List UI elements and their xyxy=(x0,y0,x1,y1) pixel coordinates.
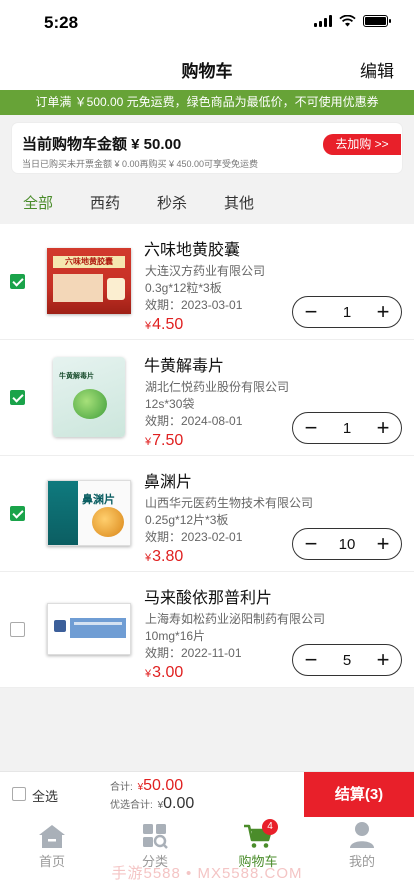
increase-button[interactable]: + xyxy=(375,301,391,323)
product-expiry: 效期：2022-11-01 xyxy=(145,646,242,660)
decrease-button[interactable]: − xyxy=(303,301,319,323)
cart-total-card: 当前购物车金额 ¥ 50.00 当日已购买未开票金额 ¥ 0.00再购买 ¥ 4… xyxy=(12,123,402,173)
package-label: 牛黄解毒片 xyxy=(59,373,94,380)
checkout-bar: 全选 合计: ¥50.00 优选合计: ¥0.00 结算(3) xyxy=(0,771,414,818)
product-name[interactable]: 鼻渊片 xyxy=(144,468,192,492)
product-expiry: 效期：2023-03-01 xyxy=(145,298,243,312)
discount-total-label: 优选合计: xyxy=(110,800,153,811)
product-spec: 10mg*16片 xyxy=(145,629,206,643)
decrease-button[interactable]: − xyxy=(303,649,319,671)
tab-bar: 首页 分类 购物车 4 我的 xyxy=(0,817,414,896)
cart-item: 马来酸依那普利片 上海寿如松药业泌阳制药有限公司 10mg*16片 效期：202… xyxy=(0,572,414,688)
signal-icon xyxy=(314,15,332,27)
decrease-button[interactable]: − xyxy=(303,417,319,439)
nav-bar: 购物车 编辑 xyxy=(0,46,414,90)
increase-button[interactable]: + xyxy=(375,533,391,555)
home-icon xyxy=(39,825,65,848)
product-price: ¥7.50 xyxy=(145,432,184,449)
cart-count-badge: 4 xyxy=(262,819,278,835)
product-manufacturer: 大连汉方药业有限公司 xyxy=(145,264,266,278)
filter-tab-western[interactable]: 西药 xyxy=(90,192,120,213)
quantity-value[interactable]: 5 xyxy=(343,652,351,669)
product-spec: 0.3g*12粒*3板 xyxy=(145,281,222,295)
product-manufacturer: 湖北仁悦药业股份有限公司 xyxy=(145,380,290,394)
discount-total-line: 优选合计: ¥0.00 xyxy=(110,795,195,812)
total-line: 合计: ¥50.00 xyxy=(110,777,184,794)
product-expiry: 效期：2024-08-01 xyxy=(145,414,243,428)
profile-icon xyxy=(350,822,374,848)
product-expiry: 效期：2023-02-01 xyxy=(145,530,243,544)
quantity-stepper: − 5 + xyxy=(292,644,402,676)
checkout-button[interactable]: 结算(3) xyxy=(304,772,414,818)
product-price: ¥3.80 xyxy=(145,548,184,565)
discount-total-value: 0.00 xyxy=(163,795,195,812)
cart-item-list: 六味地黄胶囊 六味地黄胶囊 大连汉方药业有限公司 0.3g*12粒*3板 效期：… xyxy=(0,224,414,688)
product-price: ¥4.50 xyxy=(145,316,184,333)
cart-item: 牛黄解毒片 牛黄解毒片 湖北仁悦药业股份有限公司 12s*30袋 效期：2024… xyxy=(0,340,414,456)
select-all-checkbox[interactable] xyxy=(12,787,26,801)
filter-tabs: 全部 西药 秒杀 其他 xyxy=(0,180,414,224)
decrease-button[interactable]: − xyxy=(303,533,319,555)
quantity-value[interactable]: 1 xyxy=(343,420,351,437)
item-checkbox[interactable] xyxy=(10,622,25,637)
cart-total-amount: 当前购物车金额 ¥ 50.00 xyxy=(22,136,182,153)
product-image[interactable]: 牛黄解毒片 xyxy=(44,352,134,442)
quantity-stepper: − 1 + xyxy=(292,296,402,328)
filter-tab-flash-sale[interactable]: 秒杀 xyxy=(157,192,187,213)
status-icons xyxy=(314,15,391,27)
page-title: 购物车 xyxy=(181,62,233,81)
product-manufacturer: 上海寿如松药业泌阳制药有限公司 xyxy=(145,612,326,626)
filter-tab-other[interactable]: 其他 xyxy=(224,192,254,213)
product-name[interactable]: 牛黄解毒片 xyxy=(144,352,224,376)
product-name[interactable]: 六味地黄胶囊 xyxy=(144,236,240,260)
package-label: 六味地黄胶囊 xyxy=(53,256,125,268)
product-image[interactable]: 六味地黄胶囊 xyxy=(44,236,134,326)
watermark: 手游5588 • MX5588.COM xyxy=(111,865,303,882)
product-name[interactable]: 马来酸依那普利片 xyxy=(144,584,272,608)
free-shipping-hint: 当日已购买未开票金额 ¥ 0.00再购买 ¥ 450.00可享受免运费 xyxy=(22,159,259,169)
select-all-label[interactable]: 全选 xyxy=(32,786,58,805)
category-icon xyxy=(143,824,168,849)
total-value: 50.00 xyxy=(143,777,184,794)
promo-banner: 订单满 ￥500.00 元免运费，绿色商品为最低价，不可使用优惠券 xyxy=(0,90,414,115)
quantity-value[interactable]: 1 xyxy=(343,304,351,321)
cart-item: 六味地黄胶囊 六味地黄胶囊 大连汉方药业有限公司 0.3g*12粒*3板 效期：… xyxy=(0,224,414,340)
total-label: 合计: xyxy=(110,782,133,793)
item-checkbox[interactable] xyxy=(10,274,25,289)
edit-button[interactable]: 编辑 xyxy=(360,57,394,82)
product-price: ¥3.00 xyxy=(145,664,184,681)
quantity-value[interactable]: 10 xyxy=(339,536,356,553)
item-checkbox[interactable] xyxy=(10,506,25,521)
filter-tab-all[interactable]: 全部 xyxy=(23,192,53,213)
product-manufacturer: 山西华元医药生物技术有限公司 xyxy=(145,496,314,510)
wifi-icon xyxy=(339,15,356,27)
package-label: 鼻渊片 xyxy=(82,494,115,506)
product-spec: 12s*30袋 xyxy=(145,397,195,411)
increase-button[interactable]: + xyxy=(375,417,391,439)
product-spec: 0.25g*12片*3板 xyxy=(145,513,229,527)
status-time: 5:28 xyxy=(44,13,79,32)
item-checkbox[interactable] xyxy=(10,390,25,405)
quantity-stepper: − 10 + xyxy=(292,528,402,560)
product-image[interactable]: 鼻渊片 xyxy=(44,468,134,558)
add-more-button[interactable]: 去加购 >> xyxy=(323,134,401,155)
increase-button[interactable]: + xyxy=(375,649,391,671)
product-image[interactable] xyxy=(44,584,134,674)
status-bar: 5:28 xyxy=(0,0,414,46)
quantity-stepper: − 1 + xyxy=(292,412,402,444)
cart-item: 鼻渊片 鼻渊片 山西华元医药生物技术有限公司 0.25g*12片*3板 效期：2… xyxy=(0,456,414,572)
battery-icon xyxy=(363,15,391,27)
